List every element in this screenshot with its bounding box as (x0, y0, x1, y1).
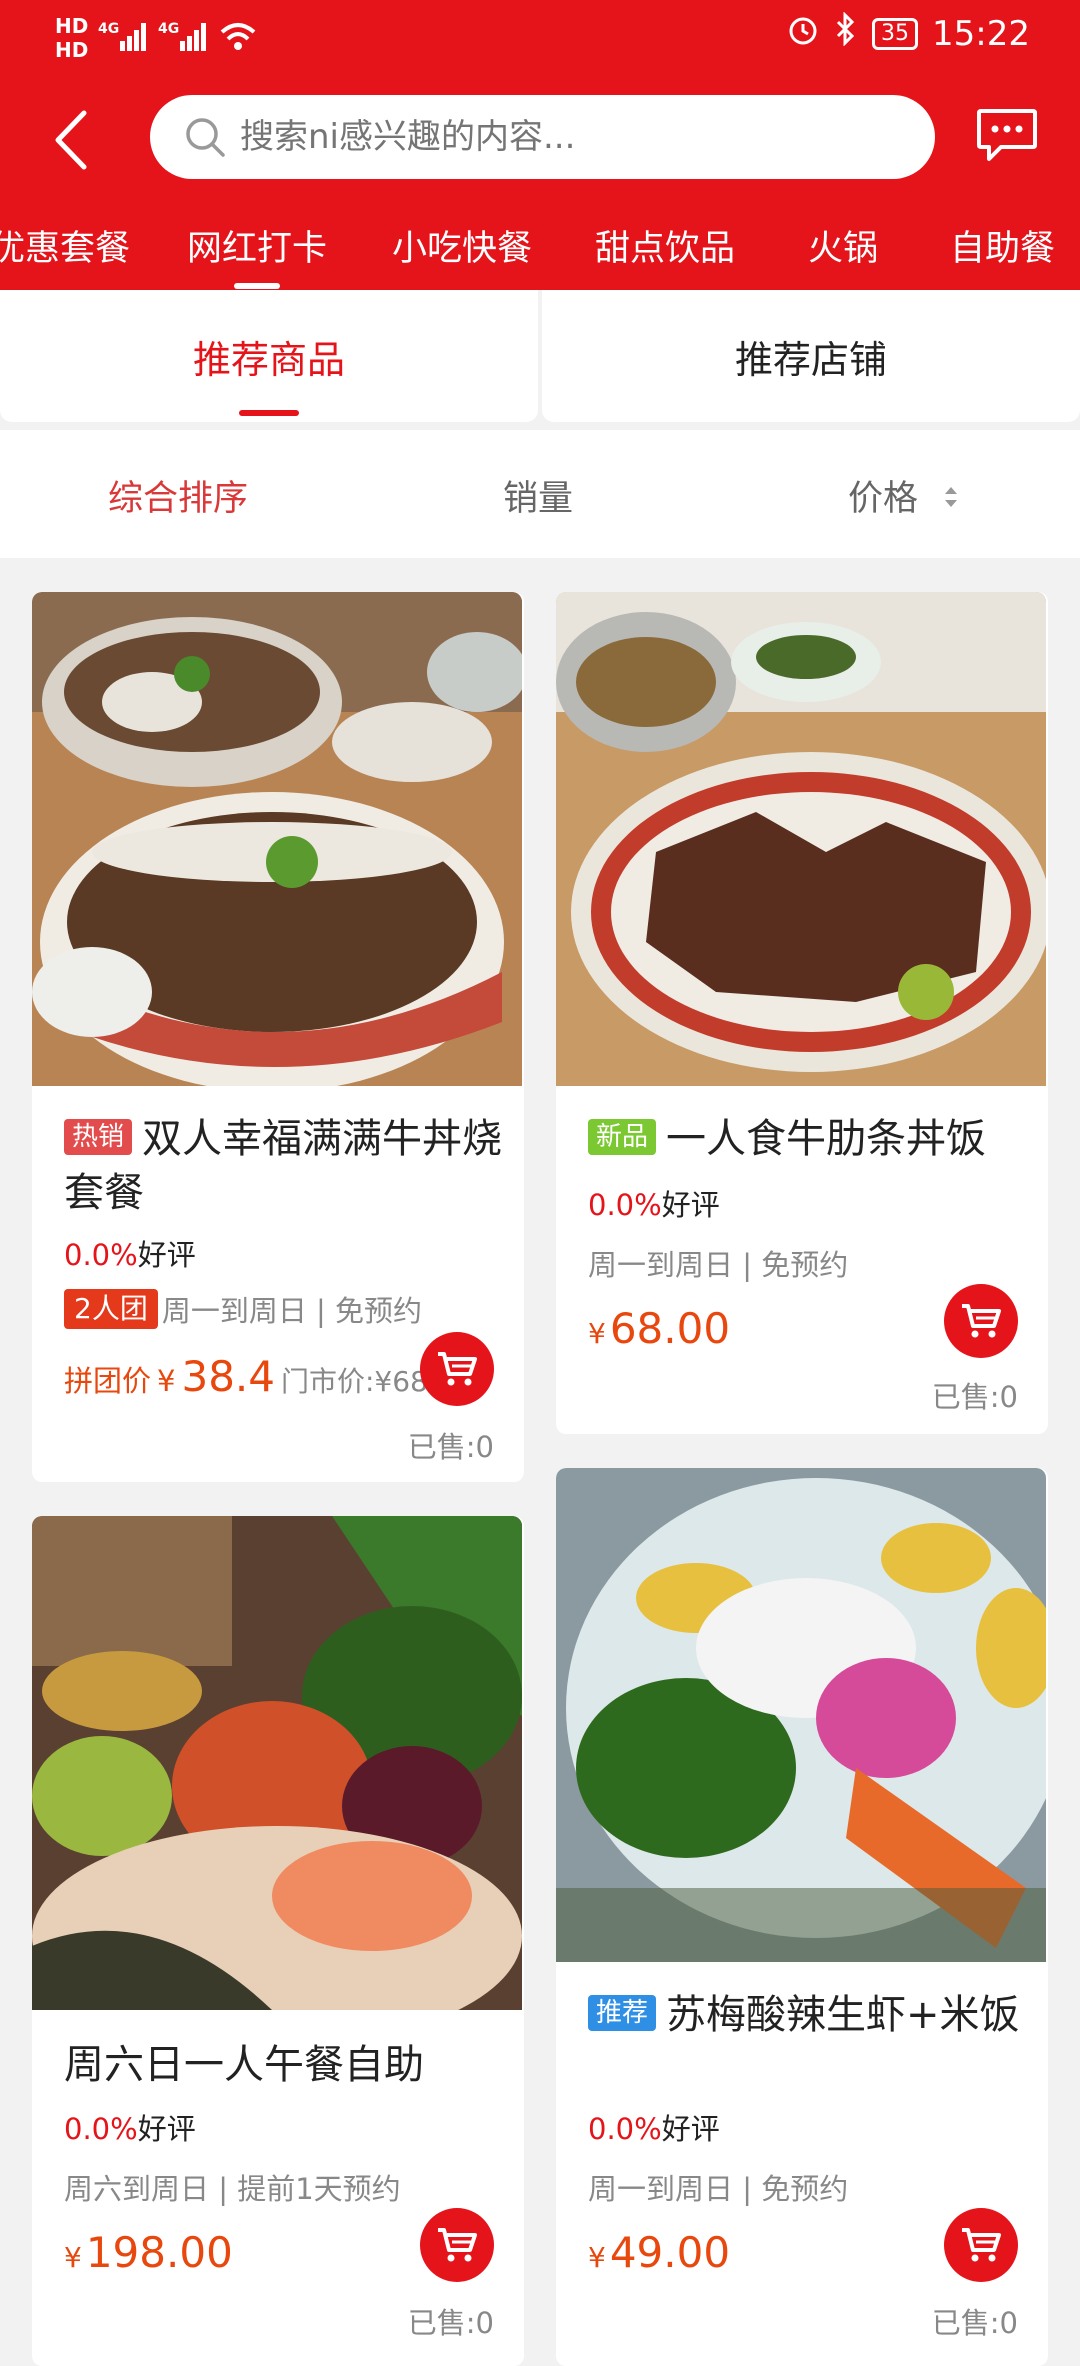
currency-symbol: ¥ (588, 1317, 606, 1350)
product-schedule: 周六到周日 | 提前1天预约 (64, 2172, 401, 2206)
category-bar: 优惠套餐 网红打卡 小吃快餐 甜点饮品 火锅 自助餐 (0, 220, 1080, 280)
product-title-text: 一人食牛肋条丼饭 (666, 1116, 987, 1162)
category-tab[interactable]: 优惠套餐 (0, 220, 130, 271)
clock-time: 15:22 (932, 13, 1030, 54)
search-input[interactable] (238, 116, 882, 158)
product-schedule: 周一到周日 | 免预约 (161, 1294, 423, 1328)
bluetooth-icon (834, 11, 858, 55)
tab-recommended-stores[interactable]: 推荐店铺 (542, 290, 1080, 422)
category-tab-active[interactable]: 网红打卡 (187, 220, 327, 271)
status-bar: HD HD 4G 4G 35 15:22 (0, 0, 1080, 75)
svg-text:4G: 4G (158, 21, 179, 37)
product-price: ¥68.00 (588, 1304, 730, 1353)
add-to-cart-button[interactable] (420, 1332, 494, 1406)
rating-label: 好评 (137, 2112, 196, 2146)
message-icon[interactable] (975, 105, 1039, 167)
status-right: 35 15:22 (786, 11, 1030, 55)
price-value: 68.00 (609, 1304, 731, 1353)
svg-text:4G: 4G (98, 21, 119, 37)
hd-icon: HD HD (55, 14, 89, 62)
product-title: 推荐 苏梅酸辣生虾+米饭 (588, 1988, 1028, 2042)
product-image-seafood-buffet[interactable] (32, 1516, 522, 2010)
product-price: ¥49.00 (588, 2228, 730, 2277)
sort-composite[interactable]: 综合排序 (108, 470, 248, 521)
sold-count: 已售:0 (407, 1430, 494, 1464)
product-schedule: 周一到周日 | 免预约 (588, 1248, 849, 1282)
product-card[interactable]: 新品 一人食牛肋条丼饭 0.0%好评 周一到周日 | 免预约 ¥68.00 已售:… (556, 592, 1048, 1434)
category-tab[interactable]: 自助餐 (950, 220, 1055, 271)
sort-bar: 综合排序 销量 价格 (0, 430, 1080, 558)
product-title-text: 苏梅酸辣生虾+米饭 (666, 1992, 1020, 2038)
search-bar[interactable] (150, 95, 935, 179)
price-value: 49.00 (609, 2228, 731, 2277)
recommend-tag: 推荐 (588, 1995, 657, 2031)
category-tab[interactable]: 小吃快餐 (392, 220, 532, 271)
rating-label: 好评 (661, 2112, 720, 2146)
product-title: 热销 双人幸福满满牛丼烧套餐 (64, 1112, 504, 1220)
category-tab[interactable]: 甜点饮品 (595, 220, 735, 271)
category-tab[interactable]: 火锅 (808, 220, 878, 271)
product-title: 周六日一人午餐自助 (64, 2042, 424, 2088)
sort-price[interactable]: 价格 (848, 470, 959, 521)
wifi-icon (218, 20, 258, 57)
product-rating: 0.0%好评 (588, 2106, 720, 2148)
add-to-cart-button[interactable] (944, 2208, 1018, 2282)
product-card[interactable]: 热销 双人幸福满满牛丼烧套餐 0.0%好评 2人团 周一到周日 | 免预约 拼团价… (32, 592, 524, 1482)
product-card[interactable]: 周六日一人午餐自助 0.0%好评 周六到周日 | 提前1天预约 ¥198.00 … (32, 1516, 524, 2366)
header: HD HD 4G 4G 35 15:22 搜索ni感兴趣的内容... 优惠套餐 … (0, 0, 1080, 290)
product-price: 38.4 (181, 1352, 275, 1401)
content-tabs: 推荐商品 推荐店铺 (0, 290, 1080, 425)
sold-count: 已售:0 (931, 1380, 1018, 1414)
sort-price-label: 价格 (848, 479, 919, 519)
add-to-cart-button[interactable] (420, 2208, 494, 2282)
group-price-label: 拼团价 (64, 1364, 152, 1398)
group-row: 2人团 周一到周日 | 免预约 (64, 1288, 422, 1330)
group-price: 拼团价 ¥ 38.4 门市价:¥68 (64, 1352, 428, 1401)
rating-percent: 0.0% (64, 2112, 138, 2146)
tab-recommended-products[interactable]: 推荐商品 (0, 290, 538, 422)
rating-label: 好评 (661, 1188, 720, 1222)
product-rating: 0.0%好评 (588, 1182, 720, 1224)
product-image-beef-bowl[interactable] (32, 592, 522, 1086)
search-icon (186, 118, 225, 157)
product-price: ¥198.00 (64, 2228, 233, 2277)
cart-icon (438, 1352, 477, 1386)
sold-count: 已售:0 (931, 2306, 1018, 2340)
sort-sales[interactable]: 销量 (503, 470, 573, 521)
product-image-spicy-shrimp[interactable] (556, 1468, 1046, 1962)
add-to-cart-button[interactable] (944, 1284, 1018, 1358)
price-value: 198.00 (85, 2228, 233, 2277)
back-icon[interactable] (52, 105, 92, 175)
product-title: 新品 一人食牛肋条丼饭 (588, 1112, 1028, 1166)
rating-percent: 0.0% (588, 2112, 662, 2146)
product-rating: 0.0%好评 (64, 1232, 196, 1274)
signal-4g-icon: 4G (98, 19, 148, 58)
hot-tag: 热销 (64, 1119, 133, 1155)
sort-arrows-icon (943, 480, 959, 520)
cart-icon (962, 1304, 1001, 1338)
store-price: 门市价:¥68 (280, 1365, 428, 1398)
battery-icon: 35 (872, 17, 919, 50)
product-card[interactable]: 推荐 苏梅酸辣生虾+米饭 0.0%好评 周一到周日 | 免预约 ¥49.00 已售… (556, 1468, 1048, 2366)
status-left: HD HD 4G 4G (55, 14, 258, 62)
cart-icon (438, 2228, 477, 2262)
rating-percent: 0.0% (64, 1238, 138, 1272)
product-rating: 0.0%好评 (64, 2106, 196, 2148)
alarm-icon (786, 12, 820, 55)
sold-count: 已售:0 (407, 2306, 494, 2340)
signal-4g-icon: 4G (158, 19, 208, 58)
product-image-beef-rib-bowl[interactable] (556, 592, 1046, 1086)
rating-label: 好评 (137, 1238, 196, 1272)
currency-symbol: ¥ (64, 2241, 82, 2274)
product-schedule: 周一到周日 | 免预约 (588, 2172, 849, 2206)
currency-symbol: ¥ (157, 1364, 176, 1398)
cart-icon (962, 2228, 1001, 2262)
rating-percent: 0.0% (588, 1188, 662, 1222)
group-tag: 2人团 (64, 1289, 158, 1329)
new-tag: 新品 (588, 1119, 657, 1155)
currency-symbol: ¥ (588, 2241, 606, 2274)
